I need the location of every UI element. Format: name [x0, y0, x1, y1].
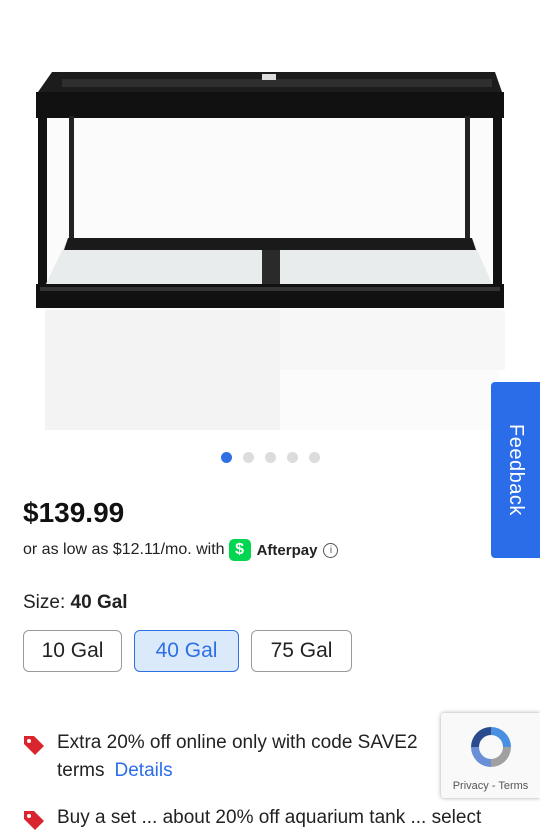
product-image[interactable] — [0, 0, 540, 440]
promo-details-link[interactable]: Details — [115, 760, 173, 781]
promo-text: Extra 20% off online only with code SAVE… — [57, 732, 418, 753]
size-selected-value: 40 Gal — [70, 592, 128, 613]
carousel-dot-1[interactable] — [220, 452, 232, 463]
recaptcha-terms-link[interactable]: Terms — [498, 780, 528, 792]
afterpay-brand: Afterpay — [256, 541, 318, 559]
recaptcha-privacy-link[interactable]: Privacy — [453, 780, 489, 792]
carousel-dot-4[interactable] — [286, 452, 298, 463]
feedback-label: Feedback — [505, 424, 527, 516]
carousel-dot-3[interactable] — [264, 452, 276, 463]
size-option-40-gal[interactable]: 40 Gal — [134, 630, 239, 672]
afterpay-installment: or as low as $12.11/mo. with $ Afterpay … — [23, 539, 339, 561]
recaptcha-icon — [471, 727, 511, 767]
recaptcha-separator: - — [491, 780, 496, 792]
product-price: $139.99 — [23, 497, 125, 528]
size-option-75-gal[interactable]: 75 Gal — [251, 630, 352, 672]
carousel-dot-2[interactable] — [242, 452, 254, 463]
image-carousel-dots — [0, 452, 540, 463]
promo-terms: terms — [57, 760, 105, 781]
afterpay-prefix: or as low as $12.11/mo. with — [23, 541, 225, 558]
promo-item: Extra 20% off online only with code SAVE… — [22, 729, 442, 785]
info-icon[interactable]: i — [323, 542, 339, 558]
promo-item: Buy a set ... about 20% off aquarium tan… — [22, 804, 482, 832]
aquarium-illustration — [36, 72, 505, 430]
cashapp-icon: $ — [228, 539, 251, 561]
size-option-10-gal[interactable]: 10 Gal — [23, 630, 122, 672]
price-tag-icon — [24, 736, 44, 755]
carousel-dot-5[interactable] — [308, 452, 320, 463]
recaptcha-badge[interactable]: Privacy - Terms — [441, 713, 540, 798]
size-label: Size: — [23, 592, 66, 613]
price-tag-icon — [24, 811, 44, 830]
feedback-tab[interactable]: Feedback — [491, 382, 540, 558]
size-selector-label: Size: 40 Gal — [23, 592, 128, 614]
